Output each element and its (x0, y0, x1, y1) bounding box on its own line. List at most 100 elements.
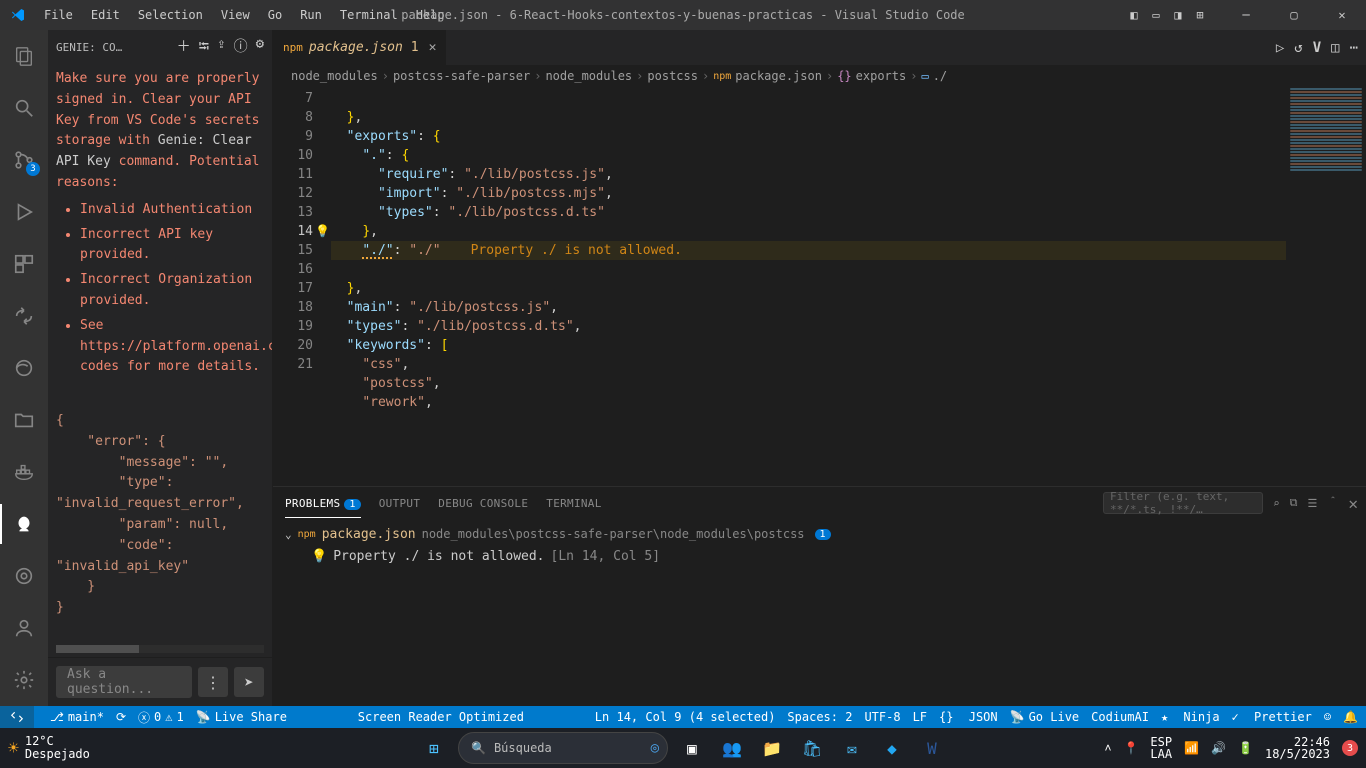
tab-debug-console[interactable]: DEBUG CONSOLE (438, 489, 528, 518)
docker-icon[interactable] (0, 452, 48, 492)
codium-icon[interactable] (0, 556, 48, 596)
settings-icon[interactable] (0, 660, 48, 700)
status-indent[interactable]: Spaces: 2 (787, 710, 852, 724)
status-eol[interactable]: LF (913, 710, 927, 724)
revert-icon[interactable]: ↺ (1294, 40, 1302, 56)
tab-close-icon[interactable]: ✕ (429, 40, 437, 55)
collapse-icon[interactable]: ⧉ (1290, 496, 1298, 510)
verify-icon[interactable]: V (1313, 40, 1321, 56)
status-feedback-icon[interactable]: ☺ (1324, 710, 1331, 724)
code-pane[interactable]: 7 8 9 10 11 12 13 14 15 16 17 18 19 20 2… (273, 87, 1366, 486)
taskbar-search[interactable]: 🔍Búsqueda◎ (458, 732, 668, 764)
search-chat-icon[interactable]: ◎ (651, 740, 659, 756)
status-encoding[interactable]: UTF-8 (864, 710, 900, 724)
code[interactable]: }, "exports": { ".": { "require": "./lib… (331, 87, 1366, 486)
status-sync[interactable]: ⟳ (116, 710, 126, 724)
status-prettier[interactable]: ✓ Prettier (1232, 710, 1312, 724)
layout-toggle-panel-icon[interactable]: ▭ (1148, 7, 1164, 23)
menu-view[interactable]: View (213, 4, 258, 26)
tray-chevron-icon[interactable]: ˄ (1104, 741, 1111, 755)
tab-problems[interactable]: PROBLEMS1 (285, 489, 361, 518)
menu-selection[interactable]: Selection (130, 4, 211, 26)
tray-datetime[interactable]: 22:4618/5/2023 (1265, 736, 1330, 760)
edge-icon[interactable] (0, 348, 48, 388)
start-icon[interactable]: ⊞ (418, 732, 450, 764)
explorer-icon[interactable] (0, 36, 48, 76)
menu-edit[interactable]: Edit (83, 4, 128, 26)
filter-icon[interactable]: ⌕ (1273, 497, 1280, 510)
send-icon[interactable]: ➤ (234, 667, 264, 697)
ask-input[interactable]: Ask a question... (56, 666, 192, 698)
vscode-taskbar-icon[interactable]: ◆ (876, 732, 908, 764)
problem-file-count: 1 (815, 529, 831, 540)
layout-toggle-secondary-icon[interactable]: ◨ (1170, 7, 1186, 23)
maximize-panel-icon[interactable]: ＾ (1327, 495, 1338, 511)
problem-file-row[interactable]: ⌄ npm package.json node_modules\postcss-… (285, 523, 1354, 545)
statusbar: ⎇main* ⟳ ⓧ0 ⚠1 📡Live Share Screen Reader… (0, 706, 1366, 728)
wifi-icon[interactable]: 📶 (1184, 741, 1199, 755)
extensions-icon[interactable] (0, 244, 48, 284)
more-icon[interactable]: ⋮ (198, 667, 228, 697)
minimap[interactable] (1286, 87, 1366, 367)
tab-terminal[interactable]: TERMINAL (546, 489, 601, 518)
run-icon[interactable]: ▷ (1276, 40, 1284, 56)
taskbar-weather[interactable]: ☀ 12°CDespejado (0, 735, 90, 761)
breadcrumbs[interactable]: node_modules› postcss-safe-parser› node_… (273, 65, 1366, 87)
status-screen-reader[interactable]: Screen Reader Optimized (358, 710, 524, 724)
menu-run[interactable]: Run (292, 4, 330, 26)
minimize-button[interactable]: ─ (1226, 0, 1266, 30)
remote-icon[interactable] (0, 706, 34, 728)
file-explorer-icon[interactable]: 📁 (756, 732, 788, 764)
lightbulb-icon[interactable]: 💡 (315, 222, 330, 241)
close-panel-icon[interactable]: ✕ (1348, 494, 1358, 513)
project-manager-icon[interactable] (0, 400, 48, 440)
menu-file[interactable]: File (36, 4, 81, 26)
more-icon[interactable]: ⋯ (1350, 40, 1358, 56)
search-icon[interactable] (0, 88, 48, 128)
word-icon[interactable]: W (916, 732, 948, 764)
view-as-icon[interactable]: ☰ (1307, 497, 1317, 510)
settings-icon[interactable]: ⚙ (256, 36, 264, 60)
battery-icon[interactable]: 🔋 (1238, 741, 1253, 755)
location-icon[interactable]: 📍 (1123, 741, 1138, 755)
debug-icon[interactable] (0, 192, 48, 232)
status-ninja[interactable]: ★ Ninja (1161, 710, 1220, 724)
status-language[interactable]: {} JSON (939, 710, 998, 724)
tray-language[interactable]: ESPLAA (1150, 736, 1172, 760)
status-cursor[interactable]: Ln 14, Col 9 (4 selected) (595, 710, 776, 724)
status-go-live[interactable]: 📡Go Live (1010, 710, 1080, 724)
genie-icon[interactable] (0, 504, 48, 544)
layout-customize-icon[interactable]: ⊞ (1192, 7, 1208, 23)
close-button[interactable]: ✕ (1322, 0, 1362, 30)
sidebar-scrollbar[interactable] (56, 645, 264, 653)
status-branch[interactable]: ⎇main* (50, 710, 104, 724)
store-icon[interactable]: 🛍 (796, 732, 828, 764)
menu-go[interactable]: Go (260, 4, 290, 26)
status-live-share[interactable]: 📡Live Share (196, 710, 287, 724)
split-icon[interactable]: ◫ (1331, 40, 1339, 56)
accounts-icon[interactable] (0, 608, 48, 648)
notification-badge[interactable]: 3 (1342, 740, 1358, 756)
layout-toggle-primary-icon[interactable]: ◧ (1126, 7, 1142, 23)
status-codium[interactable]: CodiumAI (1091, 710, 1149, 724)
mail-icon[interactable]: ✉ (836, 732, 868, 764)
maximize-button[interactable]: ▢ (1274, 0, 1314, 30)
chevron-down-icon[interactable]: ⌄ (285, 528, 292, 541)
scm-icon[interactable]: 3 (0, 140, 48, 180)
info-icon[interactable]: ⓘ (234, 36, 248, 60)
teams-icon[interactable]: 👥 (716, 732, 748, 764)
volume-icon[interactable]: 🔊 (1211, 741, 1226, 755)
problem-item[interactable]: 💡 Property ./ is not allowed. [Ln 14, Co… (285, 545, 1354, 567)
menu-terminal[interactable]: Terminal (332, 4, 406, 26)
problem-file-name: package.json (322, 527, 416, 542)
tab-package-json[interactable]: npm package.json 1 ✕ (273, 30, 447, 65)
task-view-icon[interactable]: ▣ (676, 732, 708, 764)
export-icon[interactable]: ⇪ (217, 36, 225, 60)
tab-output[interactable]: OUTPUT (379, 489, 421, 518)
new-chat-icon[interactable]: ＋ (177, 36, 191, 60)
status-bell-icon[interactable]: 🔔 (1343, 710, 1358, 724)
share-icon[interactable] (0, 296, 48, 336)
problems-filter-input[interactable]: Filter (e.g. text, **/*.ts, !**/… (1103, 492, 1263, 514)
status-errors-warnings[interactable]: ⓧ0 ⚠1 (138, 709, 184, 726)
insert-icon[interactable]: ⭾ (199, 36, 210, 60)
